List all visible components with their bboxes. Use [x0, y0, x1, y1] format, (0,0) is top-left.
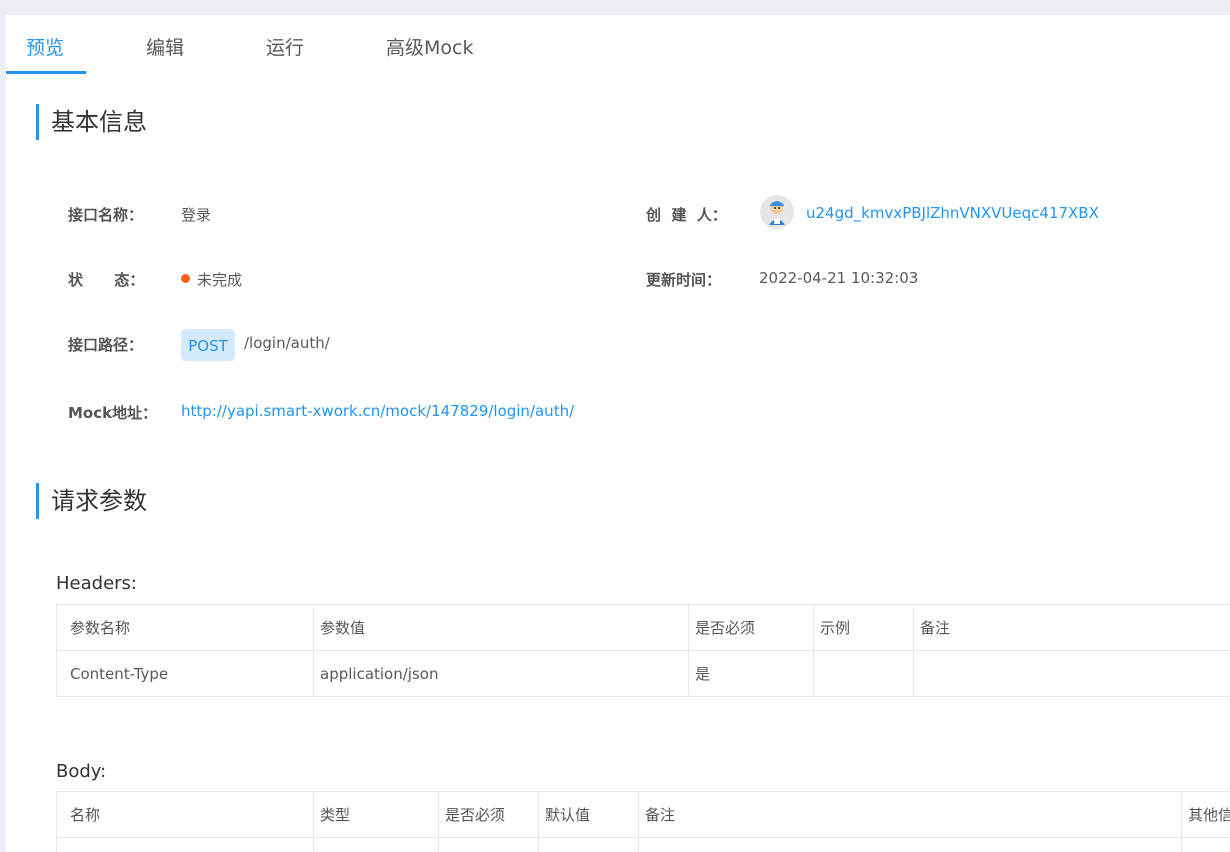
header-param-name: Content-Type	[56, 650, 314, 697]
interface-name-value: 登录	[181, 206, 212, 224]
tab-advanced-mock[interactable]: 高级Mock	[386, 33, 473, 60]
tab-run[interactable]: 运行	[266, 33, 304, 60]
http-method-badge: POST	[181, 329, 235, 361]
tab-bar: 预览 编辑 运行 高级Mock	[6, 15, 1230, 74]
header-param-value: application/json	[313, 650, 689, 697]
header-param-remark	[913, 650, 1230, 697]
updated-time-value: 2022-04-21 10:32:03	[759, 269, 919, 287]
updated-time-label: 更新时间：	[646, 271, 722, 289]
active-tab-indicator	[6, 71, 86, 74]
tab-edit[interactable]: 编辑	[146, 33, 184, 60]
body-title: Body:	[56, 761, 107, 782]
body-col-type: 类型	[313, 791, 439, 838]
body-col-name: 名称	[70, 806, 101, 824]
mock-address-link[interactable]: http://yapi.smart-xwork.cn/mock/147829/l…	[181, 402, 574, 420]
body-col-required: 是否必须	[438, 791, 539, 838]
tab-preview[interactable]: 预览	[26, 33, 64, 60]
section-title-request-params: 请求参数	[36, 483, 147, 519]
headers-col-required: 是否必须	[688, 604, 814, 651]
interface-path-value: /login/auth/	[244, 334, 330, 352]
headers-title: Headers:	[56, 573, 137, 594]
creator-label: 创 建 人：	[646, 206, 727, 224]
table-row: Content-Type application/json 是	[56, 650, 1230, 697]
interface-path-label: 接口路径：	[68, 336, 144, 354]
body-col-other-info: 其他信息	[1181, 791, 1230, 838]
body-table-header-row: 名称 类型 是否必须 默认值 备注 其他信息	[57, 791, 1230, 838]
header-param-required: 是	[688, 650, 814, 697]
table-row	[56, 837, 1230, 852]
status-value: 未完成	[197, 271, 243, 289]
interface-name-label: 接口名称：	[68, 206, 144, 224]
headers-table-header-row: 参数名称 参数值 是否必须 示例 备注	[57, 604, 1230, 651]
mock-address-label: Mock地址：	[68, 404, 158, 422]
status-dot-icon	[181, 274, 190, 283]
headers-table: 参数名称 参数值 是否必须 示例 备注 Content-Type applica…	[56, 604, 1230, 697]
section-title-basic-info: 基本信息	[36, 104, 147, 140]
creator-name-link[interactable]: u24gd_kmvxPBJlZhnVNXVUeqc417XBX	[806, 204, 1099, 222]
headers-col-example: 示例	[813, 604, 914, 651]
status-label: 状 态：	[68, 271, 145, 289]
headers-col-value: 参数值	[313, 604, 689, 651]
user-avatar-icon	[760, 195, 794, 229]
body-table: 名称 类型 是否必须 默认值 备注 其他信息	[56, 791, 1230, 852]
interface-detail-panel: 预览 编辑 运行 高级Mock 基本信息 接口名称： 登录 创 建 人： u24…	[6, 15, 1230, 852]
headers-col-remark: 备注	[913, 604, 1230, 651]
body-col-default: 默认值	[538, 791, 639, 838]
headers-col-name: 参数名称	[70, 619, 131, 637]
creator-avatar[interactable]	[760, 195, 794, 229]
header-param-example	[813, 650, 914, 697]
body-col-remark: 备注	[638, 791, 1182, 838]
